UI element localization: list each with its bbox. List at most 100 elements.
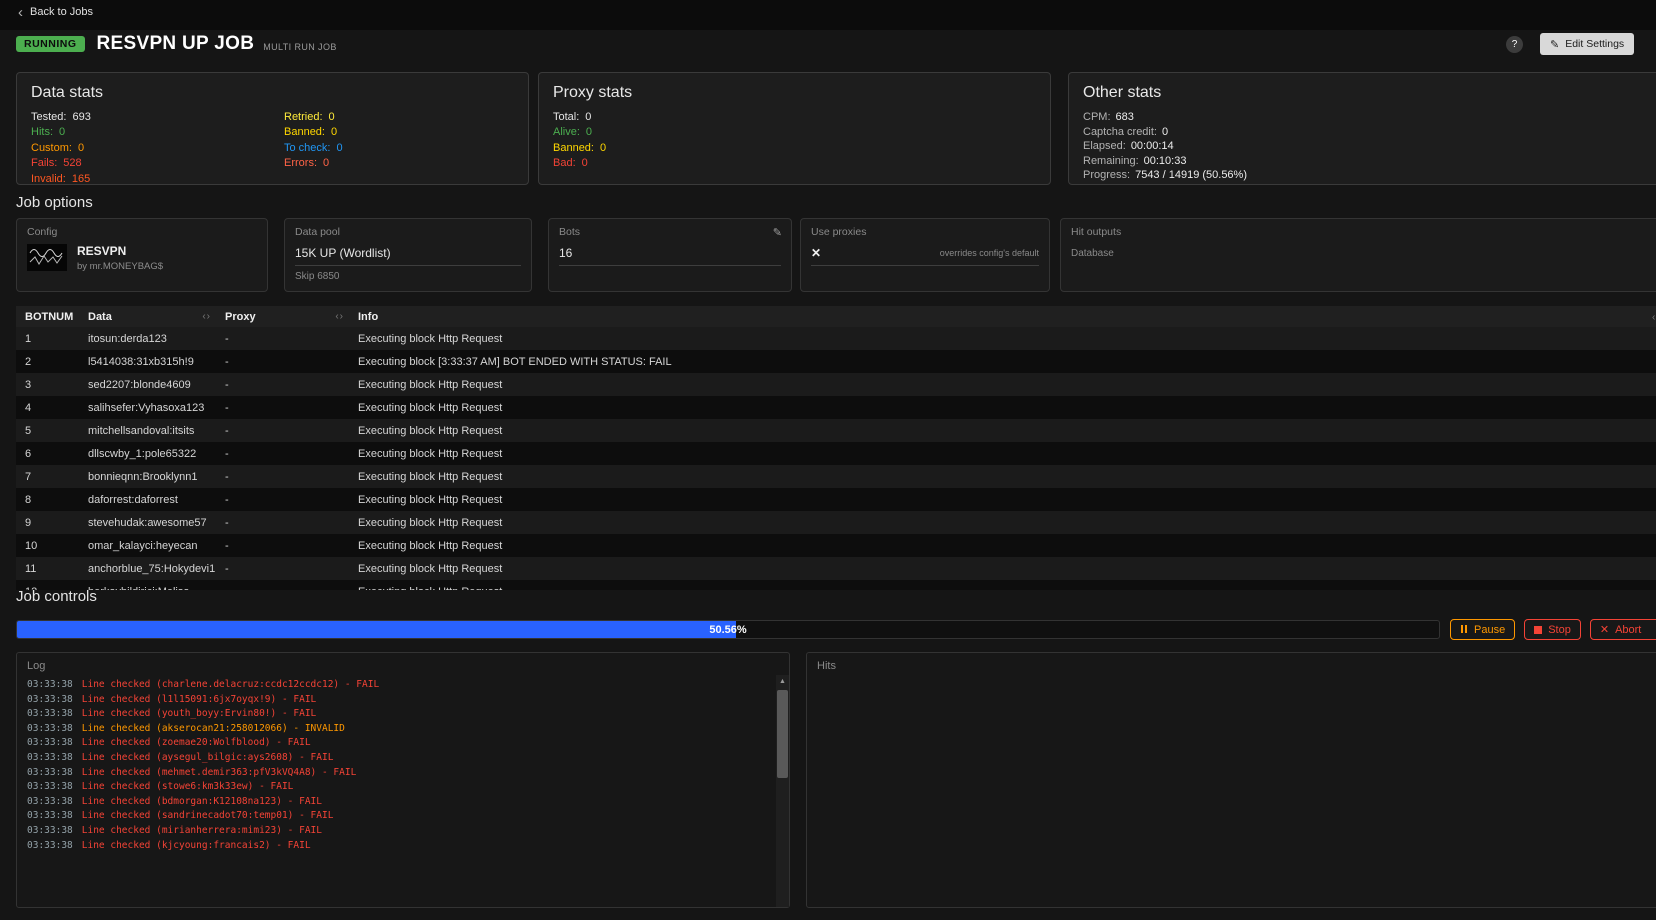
sort-icon[interactable]: ‹› bbox=[202, 311, 211, 322]
log-text: Line checked (bdmorgan:K12108na123) - FA… bbox=[82, 796, 322, 807]
log-time: 03:33:38 bbox=[27, 767, 73, 778]
job-controls-title: Job controls bbox=[16, 588, 97, 605]
stat-label: CPM: bbox=[1083, 111, 1111, 123]
table-row: 3sed2207:blonde4609-Executing block Http… bbox=[16, 373, 1656, 396]
log-line: 03:33:38Line checked (charlene.delacruz:… bbox=[27, 678, 765, 693]
cell-proxy: - bbox=[225, 540, 358, 552]
log-line: 03:33:38Line checked (akserocan21:258012… bbox=[27, 722, 765, 737]
cell-info: Executing block Http Request bbox=[358, 517, 1652, 529]
stat-label: Elapsed: bbox=[1083, 140, 1126, 152]
log-text: Line checked (charlene.delacruz:ccdc12cc… bbox=[82, 679, 379, 690]
sort-icon[interactable]: ‹› bbox=[1652, 312, 1656, 323]
log-text: Line checked (aysegul_bilgic:ays2608) - … bbox=[82, 752, 334, 763]
log-text: Line checked (sandrinecadot70:temp01) - … bbox=[82, 810, 334, 821]
cell-proxy: - bbox=[225, 517, 358, 529]
data-stats-title: Data stats bbox=[31, 84, 514, 102]
stat-banned: Banned: 0 bbox=[284, 125, 343, 140]
bots-input[interactable]: 16 bbox=[559, 246, 781, 266]
log-time: 03:33:38 bbox=[27, 708, 73, 719]
column-header-data[interactable]: Data‹› bbox=[88, 311, 225, 323]
progress-label: 50.56% bbox=[17, 621, 1439, 638]
stat-elapsed: Elapsed:00:00:14 bbox=[1083, 139, 1656, 154]
column-header-label: Proxy bbox=[225, 311, 256, 323]
cell-data: bonnieqnn:Brooklynn1 bbox=[88, 471, 225, 483]
stat-label: Errors: bbox=[284, 156, 317, 171]
log-line: 03:33:38Line checked (kjcyoung:francais2… bbox=[27, 839, 765, 854]
log-time: 03:33:38 bbox=[27, 810, 73, 821]
column-header-info[interactable]: Info bbox=[358, 311, 1652, 323]
stat-invalid: Invalid:165 bbox=[31, 172, 284, 187]
sort-icon[interactable]: ‹› bbox=[335, 311, 344, 322]
table-row: 7bonnieqnn:Brooklynn1-Executing block Ht… bbox=[16, 465, 1656, 488]
cell-info: Executing block Http Request bbox=[358, 333, 1652, 345]
config-author: by mr.MONEYBAG$ bbox=[77, 261, 163, 272]
stat-value: 0 bbox=[331, 125, 337, 140]
job-header: RUNNING RESVPN UP JOB MULTI RUN JOB bbox=[16, 33, 337, 55]
cell-botnum: 8 bbox=[25, 494, 88, 506]
stat-value: 0 bbox=[59, 125, 65, 140]
stat-label: Invalid: bbox=[31, 172, 66, 187]
log-text: Line checked (youth_boyy:Ervin80!) - FAI… bbox=[82, 708, 317, 719]
config-label: Config bbox=[27, 226, 257, 238]
cell-data: dllscwby_1:pole65322 bbox=[88, 448, 225, 460]
scroll-up-icon[interactable]: ▲ bbox=[776, 675, 789, 685]
proxy-stats-card: Proxy stats Total:0 Alive:0 Banned:0 Bad… bbox=[538, 72, 1051, 185]
table-row: 12berkaybildirici:Melisa-Executing block… bbox=[16, 580, 1656, 590]
edit-settings-button[interactable]: ✎ Edit Settings bbox=[1540, 33, 1634, 55]
log-text: Line checked (akserocan21:258012066) - I… bbox=[82, 723, 345, 734]
cell-data: omar_kalayci:heyecan bbox=[88, 540, 225, 552]
cell-data: itosun:derda123 bbox=[88, 333, 225, 345]
stat-proxy-bad: Bad:0 bbox=[553, 156, 1036, 171]
log-line: 03:33:38 Line checked (youth_boyy:Ervin80… bbox=[27, 707, 765, 722]
stat-progress: Progress:7543 / 14919 (50.56%) bbox=[1083, 168, 1656, 183]
stat-tested: Tested:693 bbox=[31, 110, 284, 125]
hit-outputs-label: Hit outputs bbox=[1071, 226, 1656, 238]
column-header-proxy[interactable]: Proxy ‹› bbox=[225, 311, 358, 323]
config-thumbnail bbox=[27, 244, 67, 276]
cell-proxy: - bbox=[225, 425, 358, 437]
cell-botnum: 10 bbox=[25, 540, 88, 552]
page-title: RESVPN UP JOB bbox=[97, 33, 255, 55]
stat-value: 528 bbox=[63, 156, 81, 171]
stat-value: 0 bbox=[336, 141, 342, 156]
edit-bots-icon[interactable]: ✎ bbox=[773, 226, 782, 239]
scrollbar-thumb[interactable] bbox=[777, 690, 788, 778]
log-text: Line checked (kjcyoung:francais2) - FAIL bbox=[82, 840, 311, 851]
log-time: 03:33:38 bbox=[27, 781, 73, 792]
cell-info: Executing block Http Request bbox=[358, 563, 1652, 575]
log-line: 03:33:38Line checked (l1l15091:6jx7oyqx!… bbox=[27, 693, 765, 708]
log-scrollbar[interactable]: ▲ bbox=[776, 675, 789, 907]
stat-label: Banned: bbox=[284, 125, 325, 140]
data-pool-card: Data pool 15K UP (Wordlist) Skip 6850 bbox=[284, 218, 532, 292]
back-to-jobs-link[interactable]: ‹ Back to Jobs bbox=[18, 6, 93, 18]
edit-settings-label: Edit Settings bbox=[1565, 38, 1624, 50]
hit-outputs-card: Hit outputs Database bbox=[1060, 218, 1656, 292]
stat-value: 0 bbox=[1162, 126, 1168, 138]
config-card[interactable]: Config RESVPN by mr.MONEYBAG$ bbox=[16, 218, 268, 292]
cell-proxy: - bbox=[225, 333, 358, 345]
abort-button[interactable]: ✕ Abort bbox=[1590, 619, 1656, 640]
pause-label: Pause bbox=[1474, 624, 1505, 636]
cell-info: Executing block Http Request bbox=[358, 448, 1652, 460]
stat-value: 7543 / 14919 (50.56%) bbox=[1135, 169, 1247, 181]
stat-value: 0 bbox=[329, 110, 335, 125]
back-label: Back to Jobs bbox=[30, 6, 93, 18]
data-pool-value[interactable]: 15K UP (Wordlist) bbox=[295, 246, 521, 266]
log-time: 03:33:38 bbox=[27, 737, 73, 748]
cell-proxy: - bbox=[225, 402, 358, 414]
use-proxies-card: Use proxies ✕ overrides config's default bbox=[800, 218, 1050, 292]
pause-button[interactable]: Pause bbox=[1450, 619, 1515, 640]
table-row: 2l5414038:31xb315h!9-Executing block [3:… bbox=[16, 350, 1656, 373]
help-button[interactable]: ? bbox=[1506, 36, 1523, 53]
stop-button[interactable]: Stop bbox=[1524, 619, 1581, 640]
cell-proxy: - bbox=[225, 379, 358, 391]
stat-value: 0 bbox=[585, 110, 591, 125]
cell-info: Executing block [3:33:37 AM] BOT ENDED W… bbox=[358, 356, 1652, 368]
log-title: Log bbox=[17, 653, 789, 676]
x-mark-icon[interactable]: ✕ bbox=[811, 246, 821, 260]
stat-proxy-alive: Alive:0 bbox=[553, 125, 1036, 140]
stat-cpm: CPM:683 bbox=[1083, 110, 1656, 125]
log-panel: Log 03:33:38Line checked (charlene.delac… bbox=[16, 652, 790, 908]
hits-panel: Hits bbox=[806, 652, 1656, 908]
cell-data: daforrest:daforrest bbox=[88, 494, 225, 506]
